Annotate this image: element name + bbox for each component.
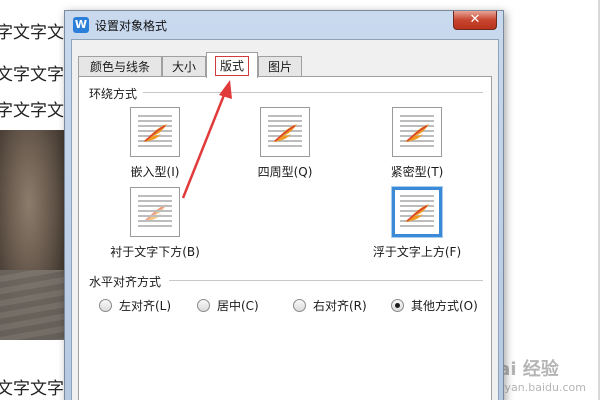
document-text-line: 文字文字 xyxy=(0,379,64,399)
wrap-option-label: 嵌入型(I) xyxy=(130,165,180,179)
radio-label: 其他方式(O) xyxy=(411,299,478,313)
wrap-option-in-front-of-text[interactable]: 浮于文字上方(F) xyxy=(357,186,477,260)
wrap-option-label: 四周型(Q) xyxy=(257,165,313,179)
align-left-radio[interactable]: 左对齐(L) xyxy=(99,297,171,314)
document-image[interactable] xyxy=(0,130,72,340)
document-text-line: 文字文字 xyxy=(0,65,64,85)
close-button[interactable]: ✕ xyxy=(453,11,497,30)
align-other-radio[interactable]: 其他方式(O) xyxy=(391,297,478,314)
radio-circle xyxy=(197,299,210,312)
radio-circle xyxy=(99,299,112,312)
wps-writer-icon: W xyxy=(73,17,89,33)
tab-layout[interactable]: 版式 xyxy=(206,52,258,78)
document-text-line: 字文字文 xyxy=(0,101,64,121)
dialog-body: 颜色与线条 大小 版式 图片 环绕方式 嵌入型(I) 四周型(Q) 紧密型(T)… xyxy=(71,39,499,400)
tab-label: 版式 xyxy=(215,56,249,76)
tab-color-and-lines[interactable]: 颜色与线条 xyxy=(78,56,162,77)
align-right-radio[interactable]: 右对齐(R) xyxy=(293,297,367,314)
in-front-of-text-icon xyxy=(391,186,443,238)
tight-wrap-icon xyxy=(392,107,442,157)
radio-label: 居中(C) xyxy=(217,299,259,313)
tab-picture[interactable]: 图片 xyxy=(258,56,302,77)
behind-text-icon xyxy=(130,187,180,237)
inline-wrap-icon xyxy=(130,107,180,157)
dialog-title: 设置对象格式 xyxy=(95,19,168,33)
dialog-titlebar[interactable]: W 设置对象格式 ✕ xyxy=(65,11,503,39)
align-center-radio[interactable]: 居中(C) xyxy=(197,297,259,314)
radio-circle xyxy=(293,299,306,312)
radio-circle xyxy=(391,299,404,312)
wrap-option-label: 衬于文字下方(B) xyxy=(110,245,200,259)
tab-size[interactable]: 大小 xyxy=(162,56,206,77)
group-divider xyxy=(169,280,483,281)
radio-label: 左对齐(L) xyxy=(119,299,172,313)
horizontal-alignment-heading: 水平对齐方式 xyxy=(89,275,162,289)
tab-label: 颜色与线条 xyxy=(89,60,150,74)
wrap-option-label: 紧密型(T) xyxy=(390,165,444,179)
wrap-option-inline[interactable]: 嵌入型(I) xyxy=(95,107,215,180)
wrap-style-heading: 环绕方式 xyxy=(89,87,138,101)
radio-label: 右对齐(R) xyxy=(313,299,367,313)
group-divider xyxy=(143,92,483,93)
wrap-option-tight[interactable]: 紧密型(T) xyxy=(357,107,477,180)
format-object-dialog: W 设置对象格式 ✕ 颜色与线条 大小 版式 图片 环绕方式 嵌入型(I) 四周… xyxy=(64,10,504,400)
tab-label: 图片 xyxy=(267,60,292,74)
layout-panel: 环绕方式 嵌入型(I) 四周型(Q) 紧密型(T) 衬于文字下方(B) 浮于文字… xyxy=(78,76,492,400)
square-wrap-icon xyxy=(260,107,310,157)
wrap-option-square[interactable]: 四周型(Q) xyxy=(225,107,345,180)
document-text-line: 字文字文 xyxy=(0,23,64,43)
wrap-option-behind-text[interactable]: 衬于文字下方(B) xyxy=(95,187,215,260)
wrap-option-label: 浮于文字上方(F) xyxy=(372,245,462,259)
tab-label: 大小 xyxy=(171,60,196,74)
